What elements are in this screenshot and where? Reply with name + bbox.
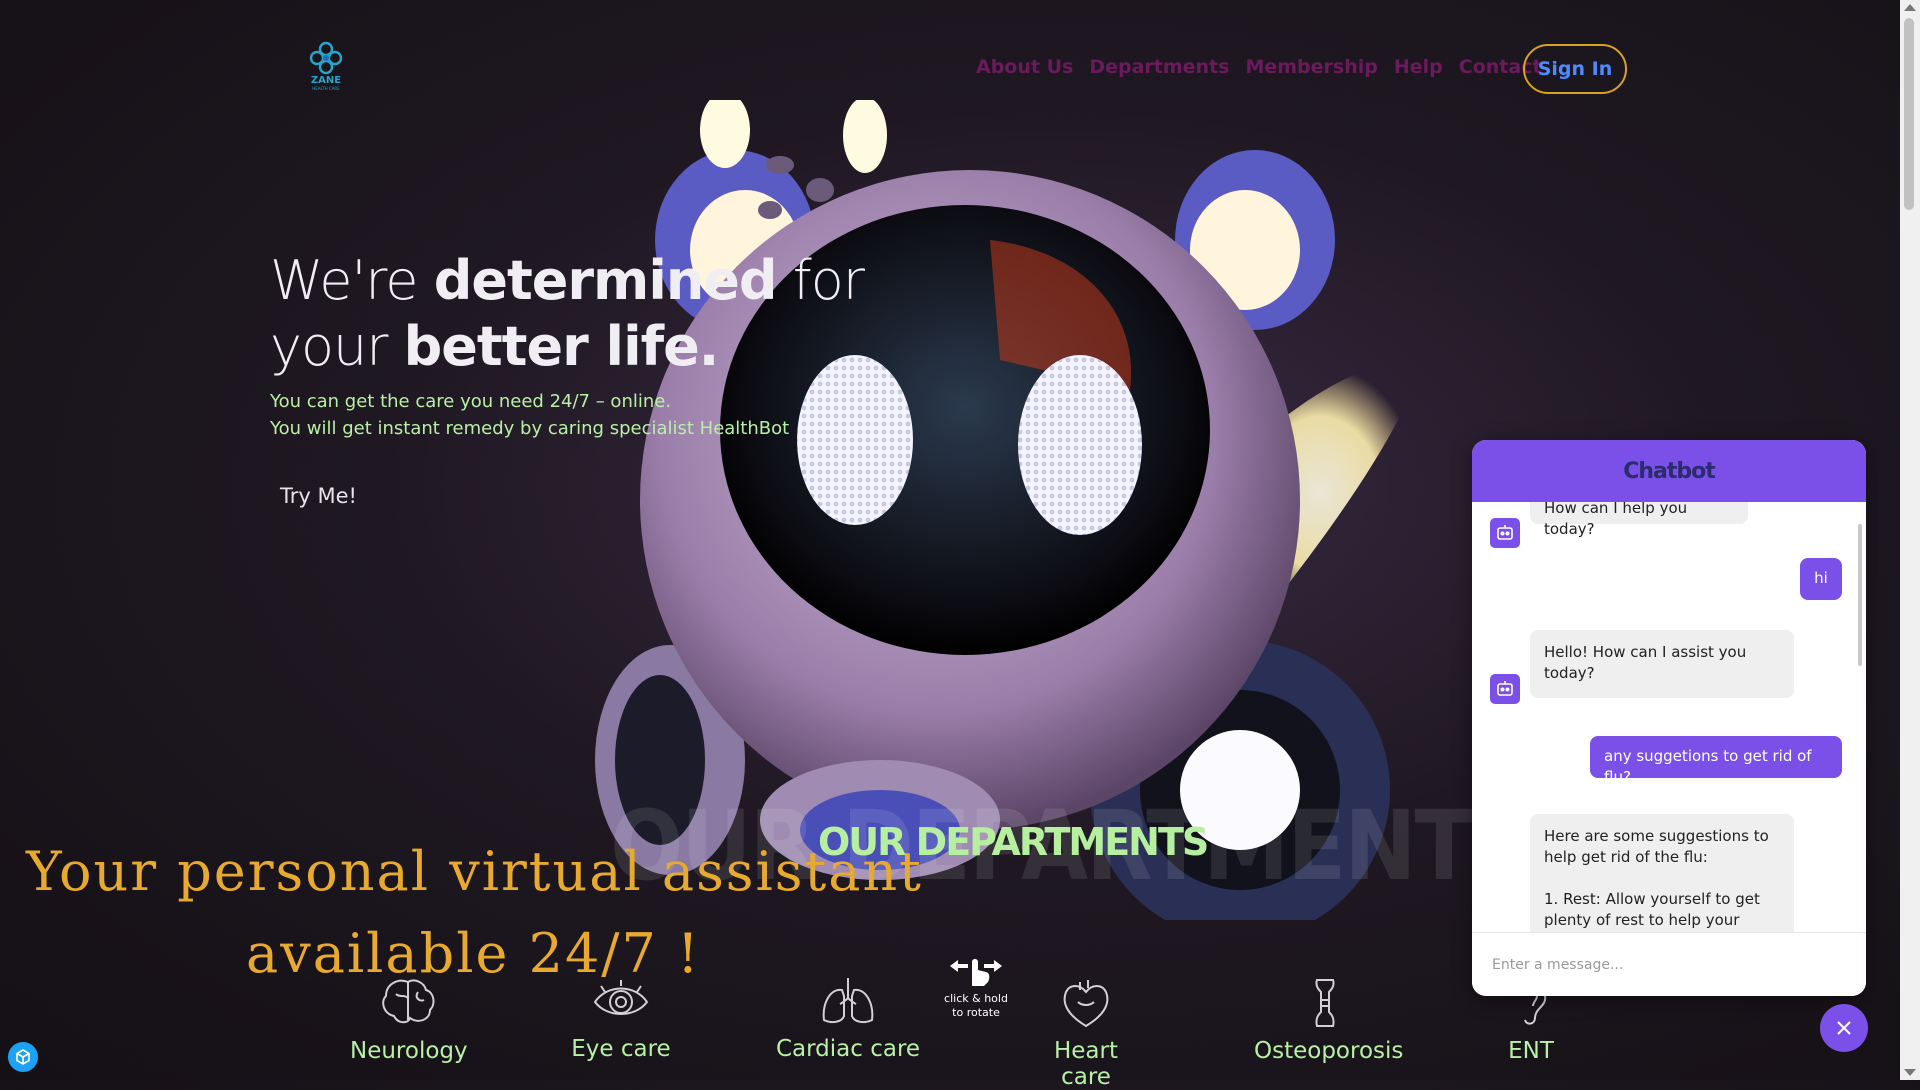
department-label: Osteoporosis bbox=[1254, 1038, 1404, 1064]
scroll-thumb[interactable] bbox=[1904, 18, 1914, 210]
nav-help[interactable]: Help bbox=[1394, 56, 1443, 78]
heart-icon bbox=[1063, 980, 1109, 1028]
department-label: Eye care bbox=[571, 1036, 671, 1062]
lungs-icon bbox=[822, 978, 874, 1024]
try-me-button[interactable]: Try Me! bbox=[280, 484, 357, 508]
chatbot-window: Chatbot How can I help you today? hi Hel… bbox=[1472, 440, 1866, 996]
sign-in-button[interactable]: Sign In bbox=[1523, 44, 1627, 94]
bot-avatar-icon bbox=[1490, 518, 1520, 548]
page-scrollbar[interactable] bbox=[1900, 0, 1920, 1080]
hero-subtitle: You can get the care you need 24/7 – onl… bbox=[270, 388, 789, 442]
nav-departments[interactable]: Departments bbox=[1089, 56, 1229, 78]
hero-title-bold-1: determined bbox=[433, 249, 778, 312]
main-nav: About Us Departments Membership Help Con… bbox=[976, 56, 1542, 78]
department-cardiac-care[interactable]: Cardiac care bbox=[774, 974, 922, 1062]
brand-subtitle: HEALTH CARE bbox=[312, 86, 340, 91]
departments-list: Neurology Eye care Cardiac care Heart ca… bbox=[0, 976, 1560, 1090]
brain-icon bbox=[382, 979, 435, 1024]
bot-avatar-icon bbox=[1490, 674, 1520, 704]
department-label: ENT bbox=[1508, 1038, 1554, 1064]
close-icon bbox=[1837, 1021, 1851, 1035]
chat-close-button[interactable] bbox=[1820, 1004, 1868, 1052]
nav-about-us[interactable]: About Us bbox=[976, 56, 1073, 78]
brand-logo[interactable]: ZANE HEALTH CARE bbox=[304, 40, 348, 91]
brand-name: ZANE bbox=[310, 75, 342, 86]
scroll-up-arrow[interactable] bbox=[1904, 4, 1916, 11]
chat-scrollbar[interactable] bbox=[1858, 524, 1862, 666]
hero-title-part-1: We're bbox=[270, 249, 434, 312]
nav-membership[interactable]: Membership bbox=[1245, 56, 1377, 78]
scroll-down-arrow[interactable] bbox=[1904, 1069, 1916, 1076]
eye-icon bbox=[593, 980, 649, 1015]
hero-subtitle-line-2: You will get instant remedy by caring sp… bbox=[270, 418, 790, 439]
hero-subtitle-line-1: You can get the care you need 24/7 – onl… bbox=[270, 391, 672, 412]
tagline-line-1: Your personal virtual assistant bbox=[26, 840, 923, 903]
chat-input-area bbox=[1472, 932, 1866, 996]
chatbot-messages[interactable]: How can I help you today? hi Hello! How … bbox=[1472, 502, 1866, 932]
department-label: Cardiac care bbox=[775, 1036, 921, 1062]
cube-widget-icon[interactable] bbox=[8, 1042, 38, 1072]
chatbot-title: Chatbot bbox=[1472, 440, 1866, 502]
department-heart-care[interactable]: Heart care bbox=[1026, 976, 1146, 1090]
chat-message-bot: Here are some suggestions to help get ri… bbox=[1530, 814, 1794, 932]
hero-title-bold-2: better life. bbox=[403, 315, 720, 378]
department-label: Heart care bbox=[1053, 1038, 1118, 1090]
bone-icon bbox=[1315, 979, 1335, 1027]
chat-message-user: any suggetions to get rid of flu? bbox=[1590, 736, 1842, 786]
chat-message-bot: How can I help you today? bbox=[1530, 502, 1748, 538]
department-neurology[interactable]: Neurology bbox=[350, 976, 468, 1064]
department-osteoporosis[interactable]: Osteoporosis bbox=[1254, 976, 1403, 1064]
hero-title: We're determined for your better life. bbox=[270, 248, 865, 380]
hero-title-part-3: your bbox=[270, 315, 404, 378]
chat-message-user: hi bbox=[1800, 558, 1842, 600]
chat-message-input[interactable] bbox=[1490, 955, 1848, 974]
chat-message-bot: Hello! How can I assist you today? bbox=[1530, 630, 1794, 698]
department-eye-care[interactable]: Eye care bbox=[566, 974, 676, 1062]
medical-cross-icon bbox=[309, 41, 343, 75]
department-label: Neurology bbox=[350, 1038, 468, 1064]
hero-title-part-2: for bbox=[776, 249, 865, 312]
